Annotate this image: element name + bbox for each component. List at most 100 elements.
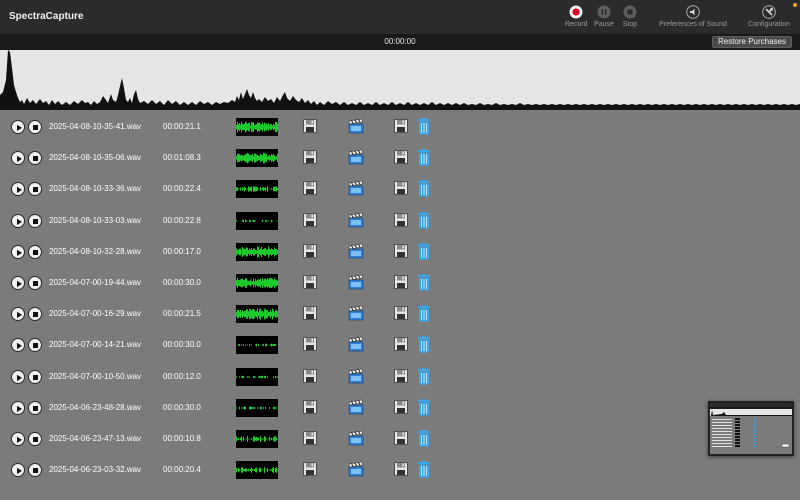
waveform-thumbnail [236, 305, 278, 324]
stop-playback-button[interactable] [28, 244, 42, 259]
stop-playback-button[interactable] [28, 276, 42, 290]
recording-row: 2025-04-06-23-47-13.wav 00:00:10.8 [0, 424, 800, 455]
clapperboard-icon[interactable] [348, 430, 364, 446]
stop-playback-button[interactable] [28, 369, 42, 384]
trash-icon[interactable] [417, 242, 431, 260]
preferences-of-sound-button[interactable]: Preferences of Sound [656, 5, 730, 28]
stop-icon [33, 437, 38, 442]
stop-button[interactable]: Stop [619, 5, 641, 28]
restore-purchases-button[interactable]: Restore Purchases [711, 36, 792, 48]
clapperboard-icon[interactable] [348, 118, 364, 134]
clapperboard-icon[interactable] [348, 149, 364, 165]
floppy-disk-icon[interactable] [394, 306, 408, 321]
stop-label: Stop [622, 21, 638, 28]
floppy-disk-icon[interactable] [303, 243, 317, 258]
trash-icon[interactable] [417, 336, 431, 353]
floppy-disk-icon[interactable] [394, 243, 408, 258]
floppy-disk-icon[interactable] [303, 337, 317, 352]
floppy-disk-icon[interactable] [303, 399, 317, 414]
trash-icon[interactable] [417, 211, 431, 229]
play-button[interactable] [11, 400, 25, 415]
trash-icon[interactable] [417, 367, 431, 385]
trash-icon[interactable] [417, 430, 431, 447]
recording-duration: 00:00:22.8 [163, 215, 201, 225]
floppy-disk-icon[interactable] [394, 431, 408, 445]
trash-icon[interactable] [417, 274, 431, 291]
recording-row: 2025-04-07-00-14-21.wav 00:00:30.0 [0, 330, 800, 361]
play-button[interactable] [11, 463, 25, 478]
play-icon [17, 343, 22, 350]
floppy-disk-icon[interactable] [394, 275, 408, 289]
configuration-button[interactable]: Configuration [744, 5, 794, 28]
stop-icon [33, 374, 38, 380]
clapperboard-icon[interactable] [348, 461, 364, 477]
play-button[interactable] [11, 120, 25, 134]
waveform-thumbnail [236, 336, 278, 355]
floppy-disk-icon[interactable] [303, 212, 317, 227]
play-button[interactable] [11, 432, 25, 446]
floppy-disk-icon[interactable] [394, 462, 408, 477]
play-icon [17, 124, 22, 131]
trash-icon[interactable] [417, 461, 431, 478]
play-button[interactable] [11, 369, 25, 384]
stop-playback-button[interactable] [28, 463, 42, 478]
stop-playback-button[interactable] [28, 213, 42, 228]
record-button[interactable]: Record [565, 5, 588, 28]
recording-duration: 00:00:20.4 [163, 465, 201, 475]
clapperboard-icon[interactable] [348, 305, 364, 321]
floppy-disk-icon[interactable] [394, 119, 408, 133]
floppy-disk-icon[interactable] [394, 399, 408, 414]
play-button[interactable] [11, 276, 25, 290]
floppy-disk-icon[interactable] [394, 150, 408, 165]
recording-filename: 2025-04-08-10-32-28.wav [49, 246, 142, 256]
play-button[interactable] [11, 182, 25, 197]
play-button[interactable] [11, 213, 25, 228]
trash-icon[interactable] [417, 398, 431, 416]
floppy-disk-icon[interactable] [394, 368, 408, 383]
play-icon [17, 405, 22, 412]
window-preview-thumbnail[interactable] [708, 401, 794, 456]
play-button[interactable] [11, 151, 25, 166]
trash-icon[interactable] [417, 180, 431, 197]
floppy-disk-icon[interactable] [303, 431, 317, 445]
floppy-disk-icon[interactable] [303, 306, 317, 321]
recording-filename: 2025-04-06-23-48-28.wav [49, 402, 142, 412]
trash-icon[interactable] [417, 149, 431, 166]
pause-button[interactable]: Pause [593, 5, 615, 28]
clapperboard-icon[interactable] [348, 336, 364, 352]
stop-playback-button[interactable] [28, 151, 42, 166]
stop-playback-button[interactable] [28, 182, 42, 197]
floppy-disk-icon[interactable] [303, 119, 317, 133]
floppy-disk-icon[interactable] [394, 212, 408, 227]
trash-icon[interactable] [417, 118, 431, 135]
floppy-disk-icon[interactable] [303, 181, 317, 196]
clapperboard-icon[interactable] [348, 399, 364, 415]
floppy-disk-icon[interactable] [303, 462, 317, 477]
clapperboard-icon[interactable] [348, 212, 364, 228]
floppy-disk-icon[interactable] [303, 368, 317, 383]
stop-playback-button[interactable] [28, 432, 42, 446]
recording-row: 2025-04-07-00-16-29.wav 00:00:21.5 [0, 299, 800, 330]
clapperboard-icon[interactable] [348, 274, 364, 290]
floppy-disk-icon[interactable] [394, 337, 408, 352]
floppy-disk-icon[interactable] [394, 181, 408, 196]
app-title: SpectraCapture [9, 11, 84, 22]
stop-playback-button[interactable] [28, 338, 42, 353]
play-button[interactable] [11, 244, 25, 259]
play-button[interactable] [11, 338, 25, 353]
app-window: SpectraCapture Record Pause Stop Prefere… [0, 0, 800, 500]
stop-playback-button[interactable] [28, 307, 42, 322]
trash-icon[interactable] [417, 305, 431, 322]
stop-playback-button[interactable] [28, 120, 42, 134]
pause-icon [597, 5, 611, 19]
stop-playback-button[interactable] [28, 400, 42, 415]
pause-label: Pause [594, 21, 614, 28]
clapperboard-icon[interactable] [348, 243, 364, 259]
recording-filename: 2025-04-08-10-33-03.wav [49, 215, 142, 225]
clapperboard-icon[interactable] [348, 180, 364, 196]
stop-icon [33, 312, 38, 318]
floppy-disk-icon[interactable] [303, 150, 317, 165]
play-button[interactable] [11, 307, 25, 322]
clapperboard-icon[interactable] [348, 368, 364, 384]
floppy-disk-icon[interactable] [303, 275, 317, 289]
